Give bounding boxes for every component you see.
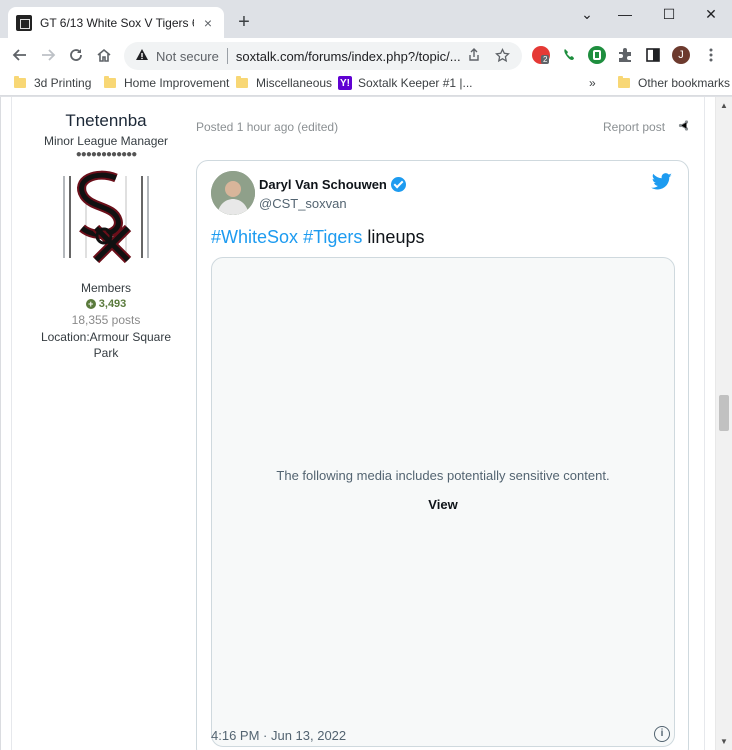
- plus-circle-icon: +: [85, 299, 96, 310]
- other-bookmarks-label: Other bookmarks: [638, 76, 731, 90]
- hashtag-whitesox[interactable]: #WhiteSox: [211, 227, 298, 247]
- bookmark-label: Soxtalk Keeper #1 |...: [358, 76, 473, 90]
- folder-icon: [104, 76, 116, 88]
- tweet-author-name[interactable]: Daryl Van Schouwen: [259, 177, 406, 192]
- folder-icon: [618, 76, 630, 88]
- embedded-tweet[interactable]: Daryl Van Schouwen @CST_soxvan #WhiteSox…: [196, 160, 689, 750]
- back-button[interactable]: [8, 43, 32, 67]
- not-secure-label[interactable]: Not secure: [156, 49, 219, 64]
- opera-extension-icon[interactable]: 2: [532, 46, 550, 64]
- view-media-button[interactable]: View: [212, 497, 674, 512]
- bookmarks-bar: 3d Printing Home Improvement Miscellaneo…: [0, 72, 732, 96]
- home-button[interactable]: [92, 43, 116, 67]
- twitter-bird-icon[interactable]: [651, 173, 673, 191]
- white-sox-logo-avatar[interactable]: [56, 166, 156, 266]
- report-post-link[interactable]: Report post: [603, 120, 665, 134]
- site-favicon-icon: [16, 14, 32, 31]
- share-icon[interactable]: [678, 120, 689, 134]
- bookmark-item[interactable]: 3d Printing: [14, 76, 91, 90]
- tweet-timestamp[interactable]: 4:16 PM · Jun 13, 2022: [211, 728, 346, 743]
- info-icon[interactable]: i: [654, 726, 670, 742]
- other-bookmarks[interactable]: Other bookmarks: [618, 76, 730, 90]
- home-icon: [97, 48, 111, 62]
- tweet-handle[interactable]: @CST_soxvan: [259, 196, 347, 211]
- folder-icon: [14, 76, 26, 88]
- post-count: 18,355 posts: [71, 313, 141, 327]
- author-location: Location:Armour Square Park: [40, 330, 172, 360]
- maximize-button[interactable]: ☐: [654, 4, 684, 24]
- reload-button[interactable]: [64, 43, 88, 67]
- extensions-puzzle-icon[interactable]: [616, 46, 634, 64]
- phone-extension-icon[interactable]: [560, 46, 578, 64]
- tweet-author-name-text: Daryl Van Schouwen: [259, 177, 387, 192]
- forward-button[interactable]: [36, 43, 60, 67]
- scroll-up-arrow-icon[interactable]: ▲: [720, 101, 728, 110]
- tab-close-icon[interactable]: ×: [200, 15, 216, 31]
- kebab-menu-icon[interactable]: [702, 46, 720, 64]
- sensitive-media-placeholder: The following media includes potentially…: [211, 257, 675, 747]
- folder-icon: [236, 76, 248, 88]
- url-text[interactable]: soxtalk.com/forums/index.php?/topic/...: [236, 49, 460, 64]
- new-tab-button[interactable]: +: [232, 10, 256, 34]
- address-bar[interactable]: Not secure soxtalk.com/forums/index.php?…: [124, 42, 522, 70]
- bookmark-item[interactable]: Y! Soxtalk Keeper #1 |...: [338, 76, 473, 90]
- rank-pips: ●●●●●●●●●●●●: [75, 149, 137, 160]
- post-timestamp[interactable]: Posted 1 hour ago (edited): [196, 120, 338, 134]
- close-window-button[interactable]: ✕: [696, 4, 726, 24]
- bookmark-star-icon[interactable]: [494, 47, 510, 64]
- tab-title: GT 6/13 White Sox V Tigers 6:10: [40, 15, 194, 30]
- tab-search-icon[interactable]: ⌄: [572, 4, 602, 24]
- forward-arrow-icon: [42, 49, 56, 61]
- tweet-text: #WhiteSox #Tigers lineups: [211, 227, 424, 248]
- green-extension-icon[interactable]: [588, 46, 606, 64]
- verified-badge-icon: [390, 177, 406, 192]
- tweet-text-rest: lineups: [362, 227, 425, 247]
- share-page-icon[interactable]: [466, 48, 482, 64]
- browser-tab[interactable]: GT 6/13 White Sox V Tigers 6:10 ×: [8, 7, 224, 38]
- member-group: Members: [80, 281, 131, 295]
- reputation-value: 3,493: [98, 298, 127, 310]
- side-panel-icon[interactable]: [644, 46, 662, 64]
- bookmark-label: 3d Printing: [34, 76, 92, 90]
- minimize-button[interactable]: —: [610, 4, 640, 24]
- extension-badge: 2: [541, 55, 550, 64]
- back-arrow-icon: [12, 49, 26, 61]
- scroll-down-arrow-icon[interactable]: ▼: [720, 737, 728, 746]
- bookmark-label: Miscellaneous: [256, 76, 333, 90]
- tab-strip: GT 6/13 White Sox V Tigers 6:10 × + ⌄ — …: [0, 0, 732, 38]
- omnibox-divider: [226, 48, 228, 64]
- bookmark-item[interactable]: Home Improvement: [104, 76, 229, 90]
- page-scrollbar[interactable]: ▲ ▼: [715, 97, 732, 750]
- author-name[interactable]: Tnetennba: [31, 111, 181, 131]
- scroll-thumb[interactable]: [719, 395, 729, 431]
- page-content: Tnetennba Minor League Manager ●●●●●●●●●…: [0, 97, 732, 750]
- tweet-author-avatar[interactable]: [211, 171, 255, 215]
- profile-avatar[interactable]: J: [672, 46, 690, 64]
- warning-icon: [134, 48, 150, 64]
- reload-icon: [70, 49, 82, 61]
- reputation: + 3,493: [31, 298, 181, 310]
- bookmark-label: Home Improvement: [124, 76, 230, 90]
- bookmark-item[interactable]: Miscellaneous: [236, 76, 332, 90]
- hashtag-tigers[interactable]: #Tigers: [303, 227, 362, 247]
- bookmarks-overflow-button[interactable]: »: [589, 76, 596, 90]
- author-rank: Minor League Manager: [43, 134, 169, 148]
- author-panel: Tnetennba Minor League Manager ●●●●●●●●●…: [31, 111, 181, 361]
- browser-toolbar: Not secure soxtalk.com/forums/index.php?…: [0, 38, 732, 72]
- sensitive-content-notice: The following media includes potentially…: [276, 468, 610, 483]
- yahoo-icon: Y!: [338, 76, 352, 90]
